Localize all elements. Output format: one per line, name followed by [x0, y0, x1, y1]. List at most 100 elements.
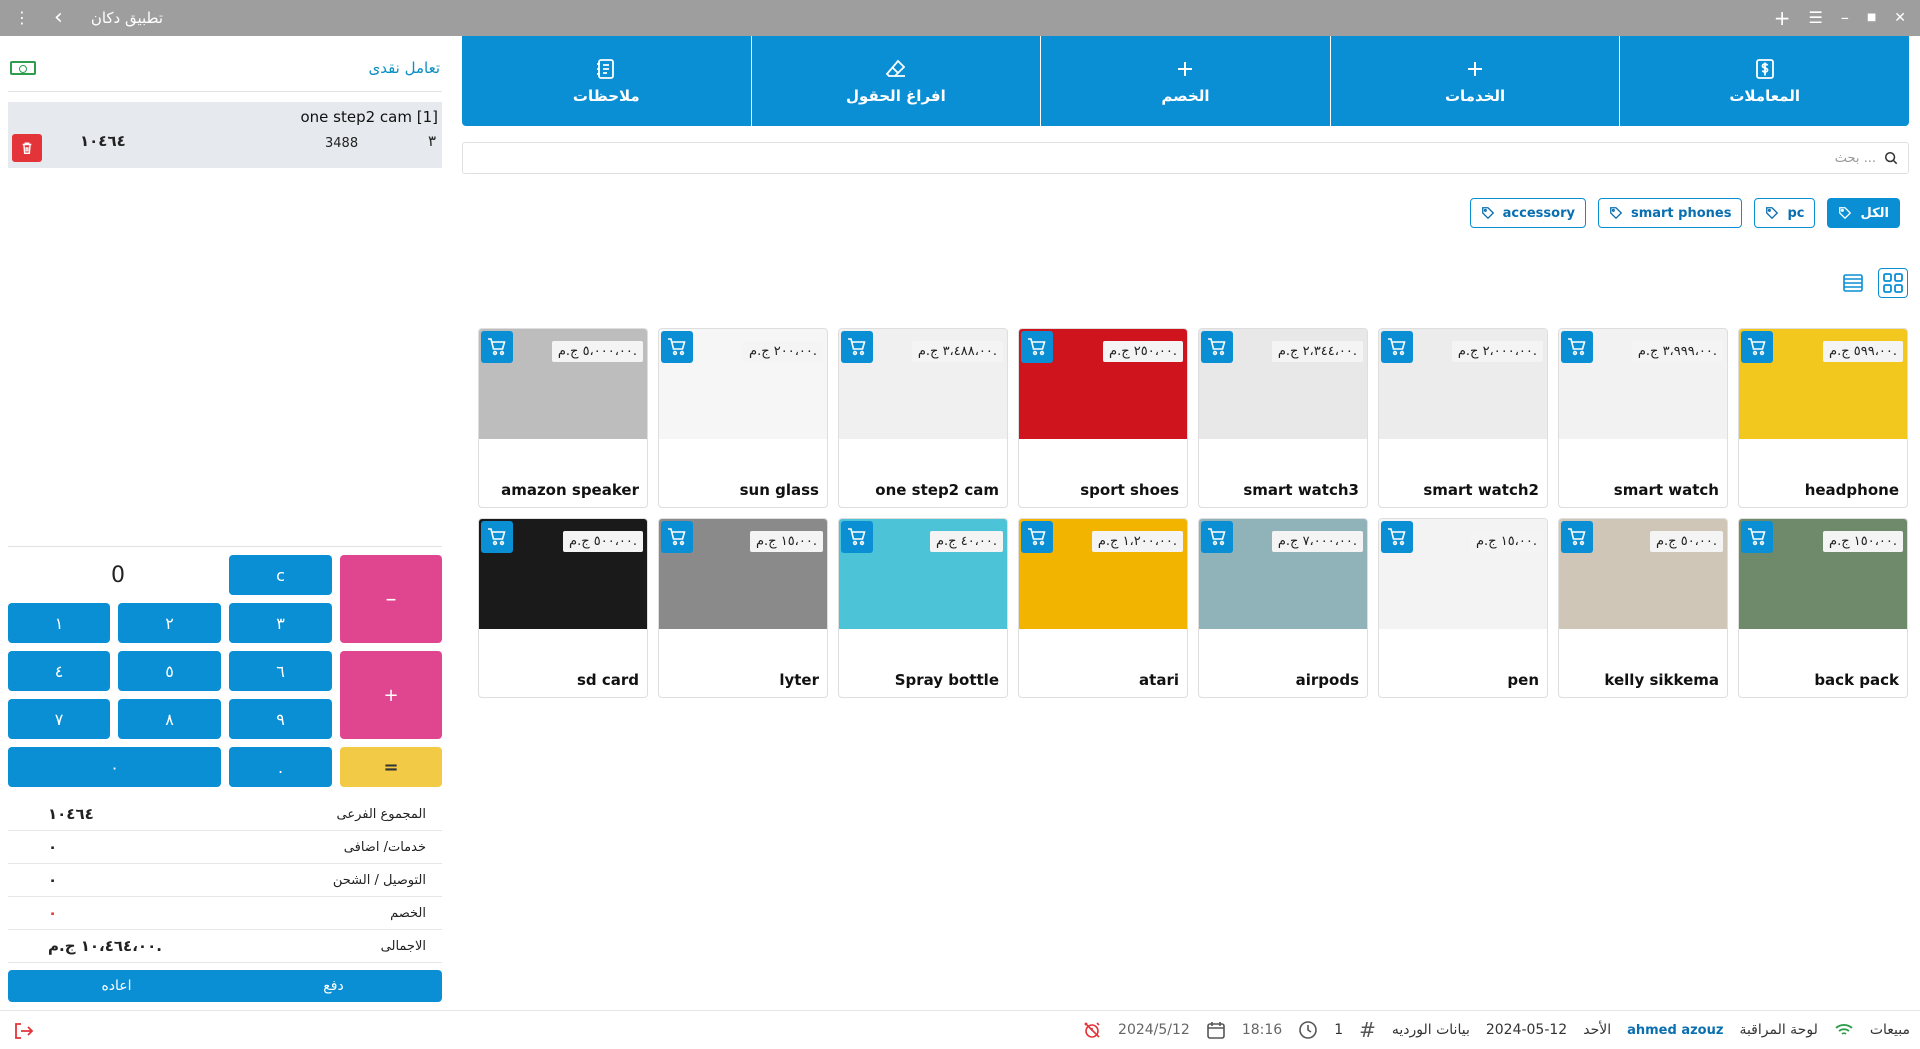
cart-item[interactable]: one step2 cam [1] ٣ 3488 ١٠٤٦٤ — [8, 102, 442, 168]
product-card[interactable]: ١٥،٠٠ ج.م. pen — [1378, 518, 1548, 698]
product-name: sport shoes — [1080, 481, 1179, 499]
cart-icon — [1028, 528, 1046, 546]
calc-key-4[interactable]: ٤ — [8, 651, 110, 691]
product-card[interactable]: ٢،٠٠٠،٠٠ ج.م. smart watch2 — [1378, 328, 1548, 508]
calc-clear-button[interactable]: c — [229, 555, 332, 595]
payment-mode-row: تعامل نقدى — [8, 44, 442, 92]
product-search[interactable]: بحث ... — [462, 142, 1909, 174]
cart-icon — [1388, 338, 1406, 356]
search-input[interactable]: بحث ... — [1835, 151, 1876, 166]
add-to-cart-button[interactable] — [841, 331, 873, 363]
delete-item-button[interactable] — [12, 134, 42, 162]
add-to-cart-button[interactable] — [661, 521, 693, 553]
add-to-cart-button[interactable] — [1021, 331, 1053, 363]
calc-key-3[interactable]: ٣ — [229, 603, 332, 643]
services-button[interactable]: الخدمات — [1329, 36, 1620, 126]
subtotal-row: ١٠٤٦٤ المجموع الفرعى — [8, 798, 442, 831]
calc-key-9[interactable]: ٩ — [229, 699, 332, 739]
calc-key-5[interactable]: ٥ — [118, 651, 221, 691]
add-to-cart-button[interactable] — [1381, 521, 1413, 553]
calc-key-0[interactable]: ٠ — [8, 747, 221, 787]
calc-key-6[interactable]: ٦ — [229, 651, 332, 691]
shift-data-label[interactable]: بيانات الورديه — [1392, 1022, 1470, 1038]
close-icon[interactable]: ✕ — [1894, 11, 1906, 25]
add-to-cart-button[interactable] — [1021, 521, 1053, 553]
services-label: خدمات/ اضافى — [343, 839, 426, 855]
tag-icon — [1610, 207, 1623, 220]
sales-label[interactable]: مبيعات — [1870, 1022, 1910, 1038]
discount-button[interactable]: الخصم — [1040, 36, 1330, 126]
add-to-cart-button[interactable] — [1201, 521, 1233, 553]
product-name: one step2 cam — [875, 481, 999, 499]
product-card[interactable]: ٢،٣٤٤،٠٠ ج.م. smart watch3 — [1198, 328, 1368, 508]
clear-fields-button[interactable]: افراغ الحقول — [750, 36, 1041, 126]
menu-icon[interactable]: ☰ — [1808, 10, 1822, 26]
product-card[interactable]: ٢٥٠،٠٠ ج.م. sport shoes — [1018, 328, 1188, 508]
user-name[interactable]: ahmed azouz — [1627, 1023, 1723, 1038]
product-card[interactable]: ٥٠،٠٠ ج.م. kelly sikkema — [1558, 518, 1728, 698]
add-to-cart-button[interactable] — [661, 331, 693, 363]
dashboard-link[interactable]: لوحة المراقبة — [1739, 1022, 1817, 1038]
product-card[interactable]: ٣،٤٨٨،٠٠ ج.م. one step2 cam — [838, 328, 1008, 508]
payment-mode-label[interactable]: تعامل نقدى — [368, 59, 440, 77]
product-card[interactable]: ٥،٠٠٠،٠٠ ج.م. amazon speaker — [478, 328, 648, 508]
maximize-icon[interactable]: ■ — [1867, 13, 1876, 23]
product-card[interactable]: ٤٠،٠٠ ج.م. Spray bottle — [838, 518, 1008, 698]
reset-button[interactable]: اعاده — [8, 970, 225, 1002]
add-to-cart-button[interactable] — [481, 331, 513, 363]
product-card[interactable]: ١،٢٠٠،٠٠ ج.م. atari — [1018, 518, 1188, 698]
product-card[interactable]: ١٥٠،٠٠ ج.م. back pack — [1738, 518, 1908, 698]
pay-button[interactable]: دفع — [225, 970, 442, 1002]
list-view-icon — [1843, 274, 1863, 292]
calc-equals-button[interactable]: = — [340, 747, 442, 787]
add-to-cart-button[interactable] — [481, 521, 513, 553]
services-row[interactable]: ٠ خدمات/ اضافى — [8, 831, 442, 864]
calc-key-8[interactable]: ٨ — [118, 699, 221, 739]
add-to-cart-button[interactable] — [1741, 521, 1773, 553]
add-icon[interactable]: + — [1774, 8, 1791, 28]
search-icon — [1884, 151, 1898, 165]
discount-row[interactable]: ٠ الخصم — [8, 897, 442, 930]
grid-view-button[interactable] — [1878, 268, 1908, 298]
product-card[interactable]: ٥٠٠،٠٠ ج.م. sd card — [478, 518, 648, 698]
add-to-cart-button[interactable] — [1561, 521, 1593, 553]
subtotal-value: ١٠٤٦٤ — [48, 805, 94, 823]
transactions-button[interactable]: المعاملات — [1619, 36, 1909, 126]
category-chip-smart-phones[interactable]: smart phones — [1597, 198, 1743, 228]
calc-key-1[interactable]: ١ — [8, 603, 110, 643]
calc-dot-button[interactable]: . — [229, 747, 332, 787]
add-to-cart-button[interactable] — [1741, 331, 1773, 363]
product-card[interactable]: ٢٠٠،٠٠ ج.م. sun glass — [658, 328, 828, 508]
add-to-cart-button[interactable] — [1381, 331, 1413, 363]
product-card[interactable]: ١٥،٠٠ ج.م. lyter — [658, 518, 828, 698]
product-card[interactable]: ٥٩٩،٠٠ ج.م. headphone — [1738, 328, 1908, 508]
shipping-row[interactable]: ٠ التوصيل / الشحن — [8, 864, 442, 897]
category-chip-all[interactable]: الكل — [1827, 198, 1900, 228]
calc-minus-button[interactable]: – — [340, 555, 442, 643]
product-name: back pack — [1814, 671, 1899, 689]
back-icon[interactable]: ‹ — [54, 7, 63, 29]
notes-button[interactable]: ملاحظات — [462, 36, 751, 126]
calc-key-7[interactable]: ٧ — [8, 699, 110, 739]
product-card[interactable]: ٧،٠٠٠،٠٠ ج.م. airpods — [1198, 518, 1368, 698]
product-card[interactable]: ٣،٩٩٩،٠٠ ج.م. smart watch — [1558, 328, 1728, 508]
product-name: smart watch2 — [1423, 481, 1539, 499]
product-name: kelly sikkema — [1604, 671, 1719, 689]
list-view-button[interactable] — [1838, 268, 1868, 298]
title-bar: ⋮ ‹ تطبيق دكان + ☰ – ■ ✕ — [0, 0, 1920, 36]
category-chip-label: الكل — [1860, 205, 1889, 221]
calc-key-2[interactable]: ٢ — [118, 603, 221, 643]
calc-plus-button[interactable]: + — [340, 651, 442, 739]
logout-icon[interactable] — [12, 1021, 34, 1045]
more-menu-icon[interactable]: ⋮ — [14, 10, 30, 26]
add-to-cart-button[interactable] — [1201, 331, 1233, 363]
add-to-cart-button[interactable] — [841, 521, 873, 553]
category-chip-accessory[interactable]: accessory — [1469, 198, 1586, 228]
product-price: ٥٠،٠٠ ج.م. — [1650, 531, 1723, 552]
category-chip-label: smart phones — [1630, 205, 1732, 221]
cart-icon — [668, 528, 686, 546]
add-to-cart-button[interactable] — [1561, 331, 1593, 363]
minimize-icon[interactable]: – — [1841, 10, 1849, 26]
category-chip-pc[interactable]: pc — [1754, 198, 1816, 228]
grid-view-icon — [1883, 273, 1903, 293]
